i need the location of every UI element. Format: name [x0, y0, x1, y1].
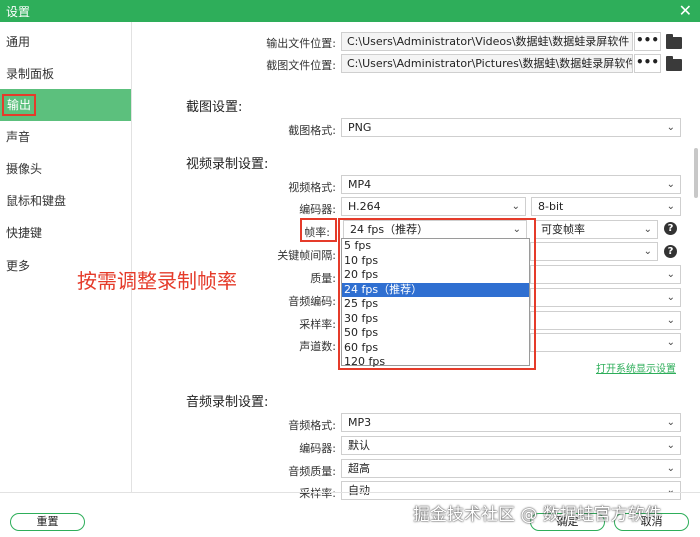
select-value: 超高: [348, 462, 370, 475]
sidebar-item-label: 快捷键: [6, 226, 43, 240]
reset-button[interactable]: 重置: [10, 513, 85, 531]
audio-sample-rate-label: 采样率:: [299, 487, 336, 500]
sidebar-item-label: 录制面板: [6, 67, 55, 81]
chevron-down-icon: ⌄: [666, 201, 675, 212]
output-location-label: 输出文件位置:: [266, 37, 336, 50]
screenshot-settings-title: 截图设置:: [186, 100, 243, 115]
framerate-dropdown-highlight: [338, 218, 536, 370]
sidebar-item-label: 输出: [2, 94, 37, 116]
audio-encoder-label-2: 编码器:: [299, 442, 336, 455]
sidebar-item-general[interactable]: 通用: [0, 26, 131, 58]
chevron-down-icon: ⌄: [511, 201, 520, 212]
chevron-down-icon: ⌄: [666, 463, 675, 474]
sidebar-item-label: 声音: [6, 130, 31, 144]
help-icon[interactable]: ?: [664, 245, 677, 258]
sidebar-item-output[interactable]: 输出: [0, 89, 131, 121]
screenshot-format-select[interactable]: PNG ⌄: [341, 118, 681, 137]
select-value: 可变帧率: [541, 223, 585, 236]
audio-sample-rate-select[interactable]: 自动 ⌄: [341, 481, 681, 500]
chevron-down-icon: ⌄: [666, 315, 675, 326]
select-value: 自动: [348, 484, 370, 497]
audio-format-select[interactable]: MP3 ⌄: [341, 413, 681, 432]
sample-rate-label: 采样率:: [299, 318, 336, 331]
screenshot-location-label: 截图文件位置:: [266, 59, 336, 72]
audio-encoder-select[interactable]: ⌄: [530, 288, 681, 307]
select-value: PNG: [348, 121, 372, 134]
sample-rate-select[interactable]: ⌄: [530, 311, 681, 330]
framerate-label-highlight: [300, 218, 337, 242]
folder-icon[interactable]: [666, 56, 682, 71]
quality-select[interactable]: ⌄: [530, 265, 681, 284]
audio-settings-title: 音频录制设置:: [186, 395, 269, 410]
video-settings-title: 视频录制设置:: [186, 157, 269, 172]
bitdepth-select[interactable]: 8-bit ⌄: [531, 197, 681, 216]
sidebar-item-sound[interactable]: 声音: [0, 121, 131, 153]
close-icon[interactable]: ✕: [679, 0, 692, 22]
audio-encoder-label: 音频编码:: [288, 295, 336, 308]
chevron-down-icon: ⌄: [666, 485, 675, 496]
audio-encoder-select-2[interactable]: 默认 ⌄: [341, 436, 681, 455]
window-title: 设置: [6, 5, 31, 19]
select-value: 默认: [348, 439, 370, 452]
sidebar-item-record-panel[interactable]: 录制面板: [0, 58, 131, 90]
video-format-label: 视频格式:: [288, 181, 336, 194]
screenshot-location-field[interactable]: C:\Users\Administrator\Pictures\数据蛙\数据蛙录…: [341, 54, 633, 73]
keyframe-label: 关键帧间隔:: [277, 249, 336, 262]
sidebar-item-label: 鼠标和键盘: [6, 194, 67, 208]
annotation-text: 按需调整录制帧率: [77, 269, 237, 293]
encoder-label: 编码器:: [299, 203, 336, 216]
sidebar-item-label: 更多: [6, 259, 31, 273]
screenshot-format-label: 截图格式:: [288, 124, 336, 137]
chevron-down-icon: ⌄: [643, 224, 652, 235]
scrollbar-thumb[interactable]: [694, 148, 698, 198]
audio-quality-select[interactable]: 超高 ⌄: [341, 459, 681, 478]
chevron-down-icon: ⌄: [666, 440, 675, 451]
chevron-down-icon: ⌄: [643, 246, 652, 257]
sidebar: 通用 录制面板 输出 声音 摄像头 鼠标和键盘 快捷键 更多: [0, 22, 132, 492]
select-value: H.264: [348, 200, 381, 213]
title-bar: 设置 ✕: [0, 0, 700, 22]
system-display-settings-link[interactable]: 打开系统显示设置: [596, 360, 676, 375]
help-icon[interactable]: ?: [664, 222, 677, 235]
select-value: MP4: [348, 178, 372, 191]
chevron-down-icon: ⌄: [666, 179, 675, 190]
chevron-down-icon: ⌄: [666, 269, 675, 280]
audio-format-label: 音频格式:: [288, 419, 336, 432]
sidebar-item-camera[interactable]: 摄像头: [0, 153, 131, 185]
folder-icon[interactable]: [666, 34, 682, 49]
quality-label: 质量:: [310, 272, 336, 285]
chevron-down-icon: ⌄: [666, 292, 675, 303]
screenshot-browse-button[interactable]: •••: [634, 54, 661, 73]
keyframe-select[interactable]: ⌄: [530, 242, 658, 261]
sidebar-item-label: 摄像头: [6, 162, 43, 176]
audio-quality-label: 音频质量:: [288, 465, 336, 478]
chevron-down-icon: ⌄: [666, 417, 675, 428]
video-format-select[interactable]: MP4 ⌄: [341, 175, 681, 194]
sidebar-item-label: 通用: [6, 35, 31, 49]
footer-divider: [0, 492, 700, 493]
sidebar-item-mouse-keyboard[interactable]: 鼠标和键盘: [0, 185, 131, 217]
framerate-mode-select[interactable]: 可变帧率 ⌄: [534, 220, 658, 239]
output-location-field[interactable]: C:\Users\Administrator\Videos\数据蛙\数据蛙录屏软…: [341, 32, 633, 51]
select-value: MP3: [348, 416, 372, 429]
watermark: 掘金技术社区 @ 数据蛙官方软件: [413, 505, 662, 525]
channels-label: 声道数:: [299, 340, 336, 353]
chevron-down-icon: ⌄: [666, 337, 675, 348]
encoder-select[interactable]: H.264 ⌄: [341, 197, 526, 216]
sidebar-item-hotkeys[interactable]: 快捷键: [0, 217, 131, 249]
output-browse-button[interactable]: •••: [634, 32, 661, 51]
channels-select[interactable]: ⌄: [530, 333, 681, 352]
select-value: 8-bit: [538, 200, 564, 213]
chevron-down-icon: ⌄: [666, 122, 675, 133]
